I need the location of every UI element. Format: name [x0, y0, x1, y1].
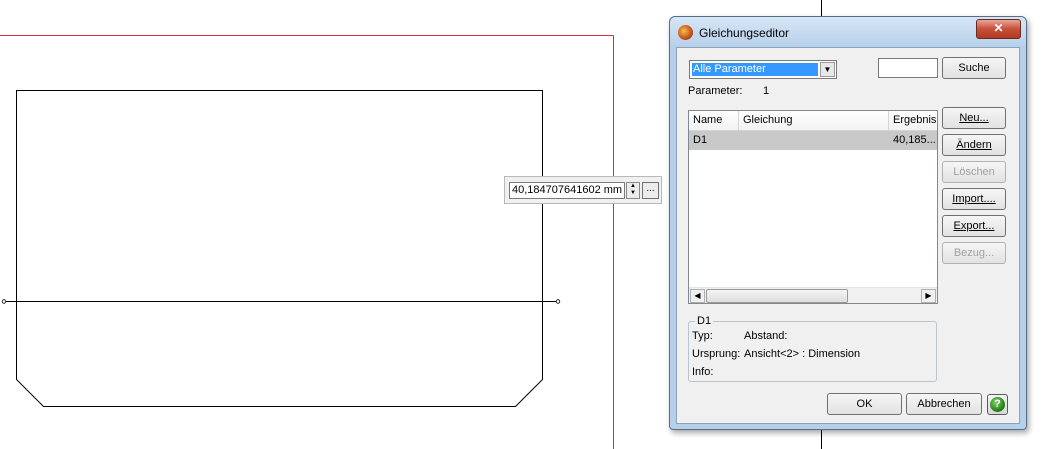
equation-editor-dialog: Gleichungseditor ✕ Alle Parameter ▼ Such…: [669, 16, 1027, 430]
spin-up-icon[interactable]: ▲: [627, 183, 639, 190]
dimension-spinner[interactable]: ▲ ▼: [626, 182, 640, 199]
reference-button[interactable]: Bezug...: [942, 242, 1006, 264]
horizontal-scrollbar[interactable]: ◀ ▶: [689, 287, 937, 303]
scroll-right-icon[interactable]: ▶: [921, 289, 936, 303]
spin-down-icon[interactable]: ▼: [627, 190, 639, 197]
delete-button[interactable]: Löschen: [942, 161, 1006, 183]
dimension-value-input[interactable]: 40,184707641602 mm: [509, 182, 625, 199]
parameter-list[interactable]: Name Gleichung Ergebnis D1 40,185... ◀ ▶: [688, 110, 938, 304]
part-outline[interactable]: [16, 90, 543, 407]
row-ergebnis-cell: 40,185...: [893, 134, 936, 146]
parameter-count-value: 1: [763, 85, 770, 97]
scrollbar-thumb[interactable]: [706, 289, 848, 303]
table-row[interactable]: D1 40,185...: [689, 131, 937, 150]
ok-button[interactable]: OK: [827, 393, 902, 415]
info-label: Info:: [692, 366, 714, 378]
import-button-label: Import....: [952, 193, 996, 205]
column-header-name[interactable]: Name: [689, 111, 739, 130]
ursprung-label: Ursprung:: [692, 348, 741, 360]
import-button[interactable]: Import....: [942, 188, 1006, 210]
typ-value: Abstand:: [744, 330, 788, 342]
help-button[interactable]: ?: [987, 394, 1008, 415]
ursprung-value: Ansicht<2> : Dimension: [744, 348, 861, 360]
parameter-details-group: D1 Typ: Abstand: Ursprung: Ansicht<2> : …: [688, 315, 937, 382]
dimension-more-button[interactable]: ...: [642, 182, 659, 199]
close-button[interactable]: ✕: [976, 19, 1021, 39]
dialog-titlebar[interactable]: Gleichungseditor ✕: [670, 17, 1026, 47]
new-button[interactable]: Neu...: [942, 107, 1006, 129]
dimension-value-box: 40,184707641602 mm ▲ ▼ ...: [504, 176, 662, 204]
parameter-count-label: Parameter:: [688, 85, 743, 97]
dialog-client-area: Alle Parameter ▼ Suche Parameter: 1 Name…: [676, 47, 1020, 424]
edit-button[interactable]: Ändern: [942, 134, 1006, 156]
details-group-title: D1: [695, 315, 714, 327]
search-input[interactable]: [878, 58, 938, 78]
cancel-button[interactable]: Abbrechen: [906, 393, 982, 415]
row-name-cell: D1: [693, 134, 708, 146]
new-button-label: Neu...: [959, 112, 989, 124]
dialog-title: Gleichungseditor: [699, 26, 790, 40]
dimension-endpoint-left[interactable]: [1, 299, 7, 304]
export-button[interactable]: Export...: [942, 215, 1006, 237]
chevron-down-icon[interactable]: ▼: [820, 62, 835, 77]
help-icon: ?: [990, 397, 1005, 412]
column-header-gleichung[interactable]: Gleichung: [739, 111, 889, 130]
column-header-ergebnis[interactable]: Ergebnis: [889, 111, 937, 130]
typ-label: Typ:: [692, 330, 713, 342]
dimension-endpoint-right[interactable]: [555, 299, 561, 304]
edit-button-label: Ändern: [956, 139, 992, 151]
app-logo-icon: [678, 25, 693, 40]
parameter-filter-dropdown[interactable]: Alle Parameter ▼: [689, 60, 837, 79]
row-gleichung-cell: [739, 131, 889, 150]
search-button[interactable]: Suche: [942, 57, 1006, 79]
export-button-label: Export...: [953, 220, 995, 232]
close-icon: ✕: [993, 21, 1004, 35]
parameter-filter-value: Alle Parameter: [692, 63, 818, 76]
list-header: Name Gleichung Ergebnis: [689, 111, 937, 131]
scroll-left-icon[interactable]: ◀: [690, 289, 705, 303]
